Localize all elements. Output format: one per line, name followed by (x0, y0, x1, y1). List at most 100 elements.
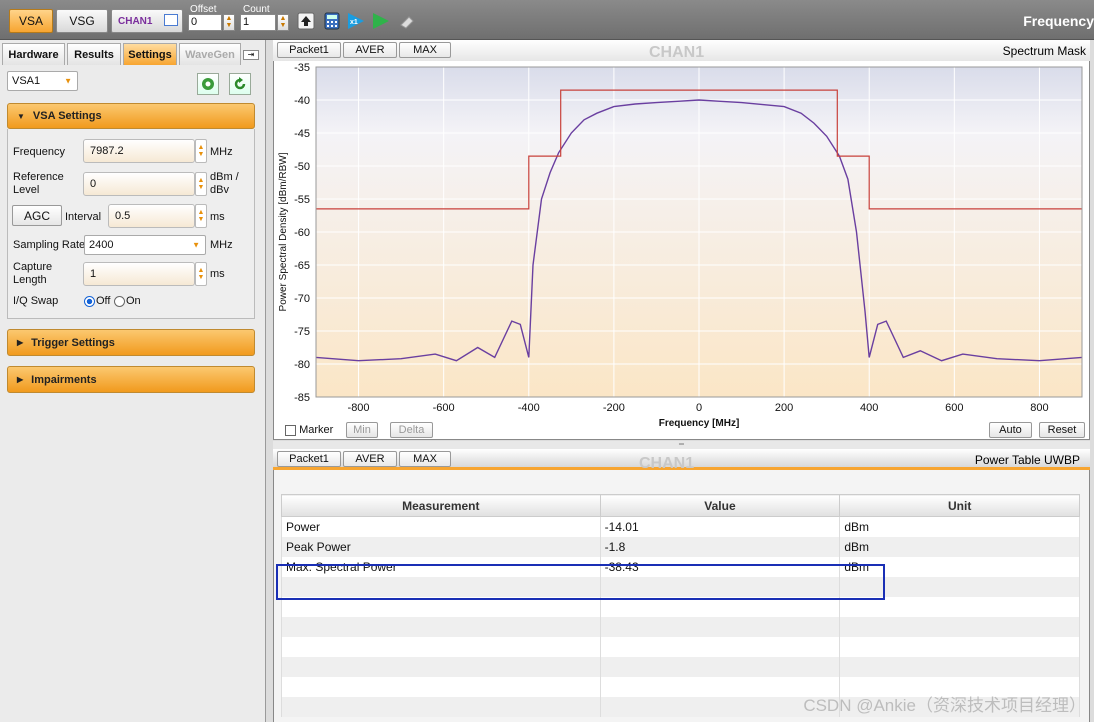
play-once-icon[interactable]: x1 (346, 11, 366, 31)
reference-level-input[interactable]: 0 (83, 172, 195, 196)
agc-button[interactable]: AGC (12, 205, 62, 226)
y-tick-label: -60 (294, 227, 310, 239)
interval-stepper[interactable]: ▲ ▼ (195, 204, 207, 228)
y-tick-label: -45 (294, 128, 310, 140)
interval-input[interactable]: 0.5 (108, 204, 195, 228)
marker-checkbox[interactable]: Marker (285, 424, 333, 436)
table-row[interactable]: Power -14.01 dBm (281, 516, 1080, 537)
pin-icon[interactable]: ⇥ (243, 50, 259, 60)
offset-stepper[interactable]: ▲ ▼ (223, 14, 235, 31)
settings-gear-icon[interactable] (197, 73, 219, 95)
app-root: VSA VSG CHAN1 Offset 0 ▲ ▼ Count 1 ▲ ▼ x1 … (0, 0, 1094, 722)
tab-max[interactable]: MAX (399, 42, 451, 58)
sampling-rate-select[interactable]: 2400 ▼ (84, 235, 206, 255)
column-header-unit[interactable]: Unit (839, 494, 1080, 517)
tab-packet1[interactable]: Packet1 (277, 42, 341, 58)
y-tick-label: -65 (294, 260, 310, 272)
eraser-icon[interactable] (397, 11, 417, 31)
trigger-settings-header[interactable]: ▶ Trigger Settings (7, 329, 255, 356)
frequency-input[interactable]: 7987.2 (83, 139, 195, 163)
tab-hardware[interactable]: Hardware (2, 43, 65, 65)
column-header-value[interactable]: Value (599, 494, 841, 517)
tab-aver[interactable]: AVER (343, 451, 397, 467)
measurement-cell: Power (281, 516, 601, 537)
table-row-empty (281, 616, 1080, 637)
checkbox-icon (285, 424, 296, 436)
iq-swap-off-option[interactable]: Off (84, 295, 110, 307)
tab-packet1[interactable]: Packet1 (277, 451, 341, 467)
reset-button[interactable]: Reset (1039, 422, 1085, 438)
impairments-header[interactable]: ▶ Impairments (7, 366, 255, 393)
y-tick-label: -85 (294, 392, 310, 404)
x-tick-label: 800 (1030, 402, 1048, 414)
reference-level-unit: dBm / dBv (210, 171, 239, 196)
x-tick-label: 200 (775, 402, 793, 414)
capture-length-stepper[interactable]: ▲ ▼ (195, 262, 207, 286)
interval-label: Interval (65, 211, 102, 223)
vsg-mode-button[interactable]: VSG (56, 9, 108, 33)
column-header-measurement[interactable]: Measurement (281, 494, 601, 517)
y-tick-label: -55 (294, 194, 310, 206)
x-tick-label: -800 (348, 402, 370, 414)
channel-select[interactable]: CHAN1 (111, 9, 183, 33)
auto-button[interactable]: Auto (989, 422, 1032, 438)
tab-wavegen[interactable]: WaveGen (179, 43, 241, 65)
offset-input[interactable]: 0 (188, 14, 222, 31)
iq-swap-on-option[interactable]: On (114, 295, 141, 307)
y-axis-label: Power Spectral Density [dBm/RBW] (278, 152, 289, 311)
frequency-stepper[interactable]: ▲ ▼ (195, 139, 207, 163)
unit-cell: dBm (839, 516, 1080, 537)
iq-swap-label: I/Q Swap (13, 295, 59, 307)
capture-length-label: Capture Length (13, 261, 53, 286)
y-tick-label: -35 (294, 62, 310, 74)
x-tick-label: 600 (945, 402, 963, 414)
watermark-text: CSDN @Ankie（资深技术项目经理） (803, 696, 1086, 715)
count-stepper[interactable]: ▲ ▼ (277, 14, 289, 31)
refresh-icon[interactable] (229, 73, 251, 95)
chevron-down-icon: ▼ (64, 76, 72, 86)
panel-splitter[interactable]: ═ (273, 441, 1090, 449)
play-icon[interactable] (371, 11, 391, 31)
x-tick-label: 0 (696, 402, 702, 414)
trigger-settings-title: Trigger Settings (31, 336, 115, 349)
sampling-rate-value: 2400 (89, 239, 114, 251)
spectrum-chart: -35 -40 -45 -50 -55 -60 -65 -70 -75 -80 -85 -800 -60… (273, 61, 1090, 440)
spectrum-panel-header: Packet1 AVER MAX CHAN1 Spectrum Mask (273, 40, 1090, 61)
reference-level-label: Reference Level (13, 171, 64, 196)
delta-button[interactable]: Delta (390, 422, 433, 438)
tab-aver[interactable]: AVER (343, 42, 397, 58)
tab-results[interactable]: Results (67, 43, 121, 65)
tab-settings[interactable]: Settings (123, 43, 177, 65)
tab-max[interactable]: MAX (399, 451, 451, 467)
y-tick-label: -40 (294, 95, 310, 107)
window-title: Frequency (1023, 13, 1094, 29)
caret-right-icon: ▶ (17, 375, 24, 384)
interval-unit: ms (210, 211, 225, 223)
vsa-settings-title: VSA Settings (32, 110, 102, 122)
capture-length-input[interactable]: 1 (83, 262, 195, 286)
table-row[interactable]: Peak Power -1.8 dBm (281, 536, 1080, 557)
iq-on-label: On (126, 295, 141, 307)
vsa-settings-body: Frequency 7987.2 ▲ ▼ MHz Reference Level … (7, 129, 255, 319)
min-button[interactable]: Min (346, 422, 378, 438)
table-row-empty (281, 656, 1080, 677)
reference-level-stepper[interactable]: ▲ ▼ (195, 172, 207, 196)
value-cell: -1.8 (599, 536, 841, 557)
power-panel-header: Packet1 AVER MAX CHAN1 Power Table UWBP (273, 449, 1090, 472)
vsa-settings-header[interactable]: ▼ VSA Settings (7, 103, 255, 129)
x-axis-label: Frequency [MHz] (659, 418, 740, 429)
capture-length-unit: ms (210, 268, 225, 280)
count-input[interactable]: 1 (240, 14, 276, 31)
x-tick-label: -200 (603, 402, 625, 414)
chevron-down-icon: ▼ (192, 240, 200, 250)
device-select[interactable]: VSA1 ▼ (7, 71, 78, 91)
frequency-unit: MHz (210, 146, 233, 158)
vsa-mode-button[interactable]: VSA (9, 9, 53, 33)
frequency-label: Frequency (13, 146, 65, 158)
y-tick-label: -80 (294, 359, 310, 371)
y-tick-label: -50 (294, 161, 310, 173)
calculator-icon[interactable] (322, 11, 342, 31)
caret-right-icon: ▶ (17, 338, 24, 347)
upload-icon[interactable] (296, 11, 316, 31)
x-tick-label: 400 (860, 402, 878, 414)
